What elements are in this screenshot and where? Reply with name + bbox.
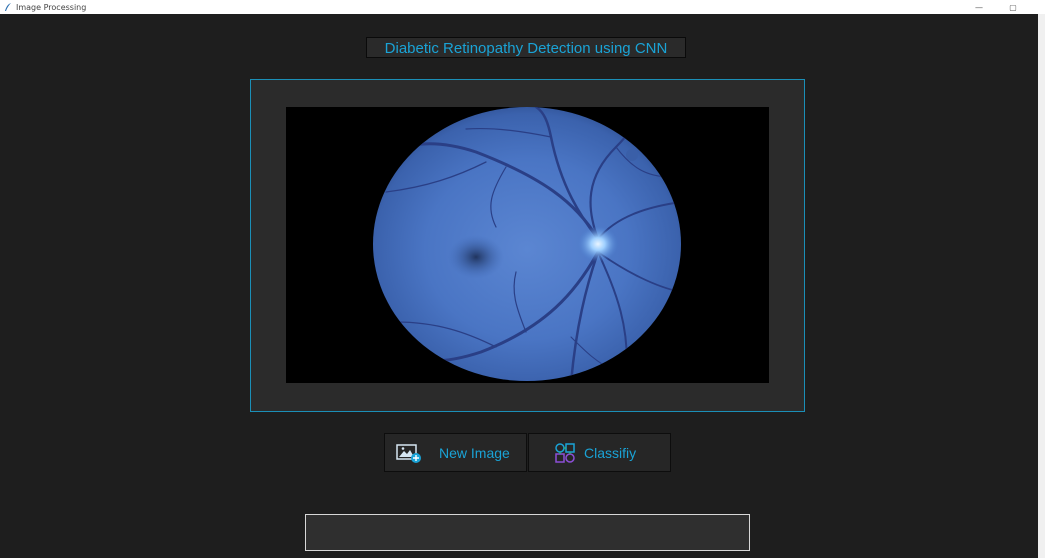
image-display <box>286 107 769 383</box>
classify-button[interactable]: Classifiy <box>528 433 671 472</box>
classify-icon <box>555 442 575 463</box>
feather-icon <box>5 3 11 11</box>
minimize-button[interactable]: — <box>973 3 985 12</box>
retina-fundus-image <box>373 107 681 381</box>
window-edge <box>1038 14 1045 558</box>
new-image-button[interactable]: New Image <box>384 433 527 472</box>
page-title: Diabetic Retinopathy Detection using CNN <box>366 37 686 58</box>
image-frame <box>250 79 805 412</box>
add-image-icon <box>396 443 421 463</box>
classify-label: Classifiy <box>584 444 637 461</box>
window-titlebar: Image Processing — ▢ <box>0 0 1045 14</box>
main-panel: Diabetic Retinopathy Detection using CNN <box>0 14 1038 558</box>
result-output <box>305 514 750 551</box>
new-image-label: New Image <box>439 444 510 461</box>
window-controls: — ▢ <box>973 0 1019 14</box>
window-title: Image Processing <box>16 2 87 12</box>
maximize-button[interactable]: ▢ <box>1007 3 1019 12</box>
